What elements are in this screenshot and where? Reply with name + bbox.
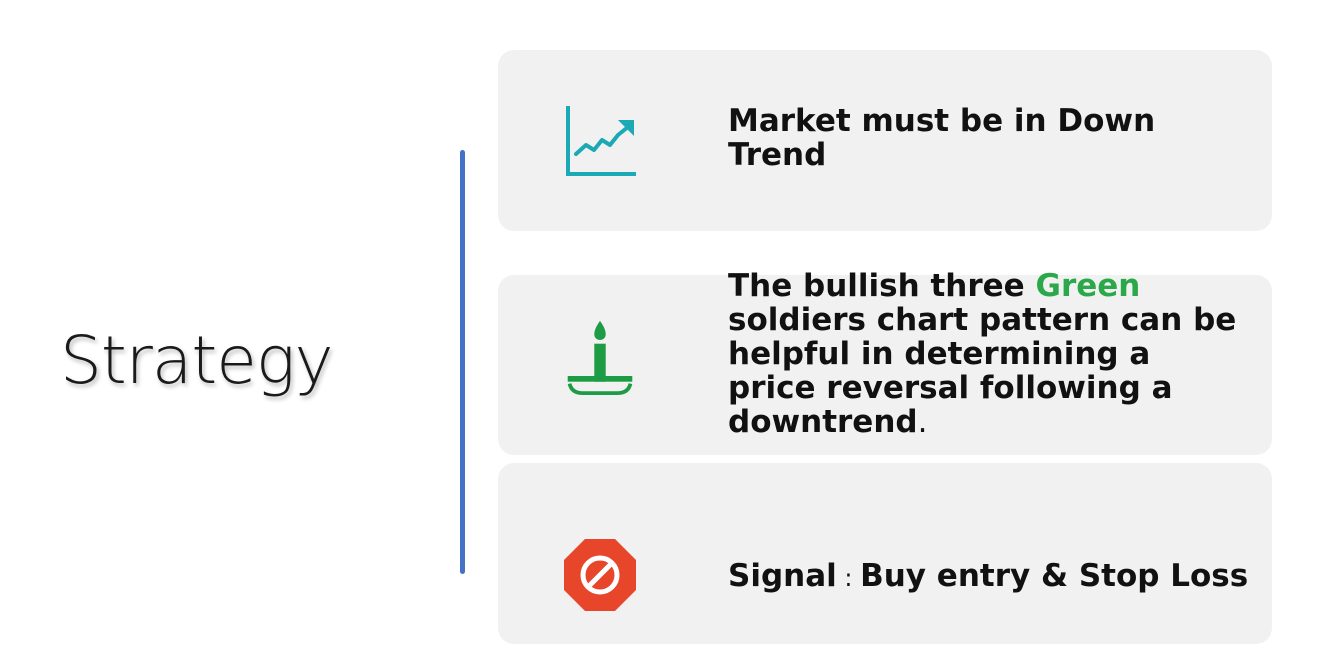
pattern-text-end: soldiers chart pattern can be helpful in…: [728, 302, 1237, 440]
slide-title: Strategy: [60, 322, 333, 399]
signal-value: Buy entry & Stop Loss: [860, 558, 1249, 594]
pattern-highlight-green: Green: [1035, 268, 1141, 304]
signal-separator: :: [836, 564, 861, 592]
pattern-text-period: .: [917, 404, 928, 440]
strategy-card-signal: Signal : Buy entry & Stop Loss: [498, 463, 1272, 644]
strategy-card-trend: Market must be in Down Trend: [498, 50, 1272, 231]
vertical-divider: [460, 150, 465, 574]
strategy-card-pattern: The bullish three Green soldiers chart p…: [498, 269, 1272, 455]
trending-chart-icon: [566, 106, 636, 176]
stop-sign-icon: [564, 539, 636, 611]
slide: Strategy Market must be in Down Trend Th…: [0, 0, 1344, 660]
pattern-description-text: The bullish three Green soldiers chart p…: [728, 269, 1248, 439]
candle-icon: [567, 320, 633, 395]
signal-text: Signal : Buy entry & Stop Loss: [728, 559, 1248, 595]
trend-requirement-text: Market must be in Down Trend: [728, 103, 1156, 173]
signal-label: Signal: [728, 558, 837, 594]
pattern-text-start: The bullish three: [728, 268, 1036, 304]
